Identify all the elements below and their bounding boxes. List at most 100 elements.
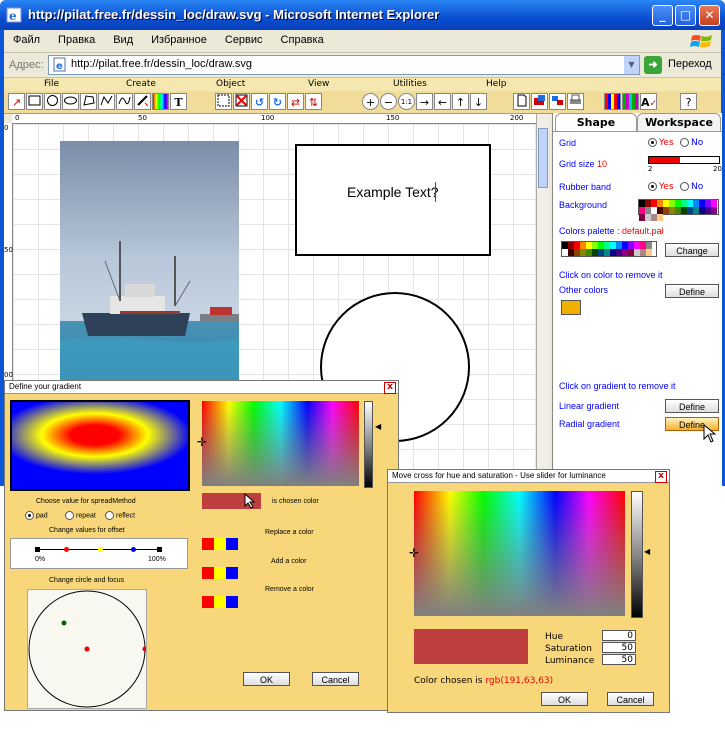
tab-workspace[interactable]: Workspace bbox=[637, 113, 721, 132]
offset-stop[interactable] bbox=[157, 547, 162, 552]
help-button[interactable]: ? bbox=[680, 93, 697, 110]
address-input[interactable]: e http://pilat.free.fr/dessin_loc/draw.s… bbox=[48, 55, 640, 75]
menu-favorites[interactable]: Избранное bbox=[142, 30, 216, 46]
print-icon[interactable] bbox=[567, 93, 584, 110]
zoom-in-icon[interactable]: + bbox=[362, 93, 379, 110]
other-color-swatch[interactable] bbox=[561, 300, 581, 315]
define-colors-button[interactable]: Define bbox=[665, 284, 719, 298]
gradient-ok-button[interactable]: OK bbox=[243, 672, 290, 686]
rect-tool-icon[interactable] bbox=[26, 93, 43, 110]
menu-view[interactable]: Вид bbox=[104, 30, 142, 46]
spread-repeat-radio[interactable]: repeat bbox=[65, 511, 96, 520]
menu-edit[interactable]: Правка bbox=[49, 30, 104, 46]
palette-swatch[interactable] bbox=[657, 214, 663, 221]
remove-color-swatches[interactable] bbox=[202, 596, 238, 608]
curve-tool-icon[interactable] bbox=[116, 93, 133, 110]
crosshair-icon[interactable]: ✛ bbox=[197, 435, 207, 449]
menu-help[interactable]: Справка bbox=[272, 30, 333, 46]
palette-swatch[interactable] bbox=[711, 207, 717, 214]
new-file-icon[interactable] bbox=[513, 93, 530, 110]
line-tool-icon[interactable] bbox=[134, 93, 151, 110]
hue-cancel-button[interactable]: Cancel bbox=[607, 692, 654, 706]
gradient-cancel-button[interactable]: Cancel bbox=[312, 672, 359, 686]
menu-tools[interactable]: Сервис bbox=[216, 30, 272, 46]
rotate-left-icon[interactable]: ↺ bbox=[251, 93, 268, 110]
flip-horizontal-icon[interactable]: ⇄ bbox=[287, 93, 304, 110]
hue-dialog-close-button[interactable]: x bbox=[655, 471, 667, 483]
ship-photo[interactable] bbox=[60, 141, 239, 381]
rubber-yes-radio[interactable]: Yes bbox=[648, 182, 674, 192]
scroll-thumb[interactable] bbox=[538, 128, 548, 188]
luminance-slider[interactable] bbox=[631, 491, 643, 618]
focus-handle[interactable] bbox=[61, 620, 67, 626]
replace-color-swatches[interactable] bbox=[202, 538, 238, 550]
pan-right-icon[interactable]: → bbox=[416, 93, 433, 110]
flip-vertical-icon[interactable]: ⇅ bbox=[305, 93, 322, 110]
offset-stop-yellow[interactable] bbox=[98, 547, 103, 552]
rubber-no-radio[interactable]: No bbox=[680, 182, 703, 192]
font-icon[interactable]: A✓ bbox=[640, 93, 657, 110]
example-text[interactable]: Example Text? bbox=[347, 184, 439, 200]
spread-reflect-radio[interactable]: reflect bbox=[105, 511, 135, 520]
hue-saturation-picker[interactable] bbox=[202, 401, 359, 486]
hue-input[interactable]: 0 bbox=[602, 630, 636, 641]
luminance-pointer-icon[interactable]: ◀ bbox=[375, 422, 381, 431]
palette-tool-icon[interactable] bbox=[152, 93, 169, 110]
delete-object-icon[interactable] bbox=[233, 93, 250, 110]
saturation-input[interactable]: 50 bbox=[602, 642, 636, 653]
luminance-pointer-icon[interactable]: ◀ bbox=[644, 547, 650, 556]
arrow-tool-icon[interactable]: ↗ bbox=[8, 93, 25, 110]
select-object-icon[interactable] bbox=[215, 93, 232, 110]
tab-shape[interactable]: Shape bbox=[555, 113, 637, 132]
color-palette-icon[interactable] bbox=[622, 93, 639, 110]
text-tool-icon[interactable]: T bbox=[170, 93, 187, 110]
define-linear-gradient-button[interactable]: Define bbox=[665, 399, 719, 413]
gradient-dialog-close-button[interactable]: x bbox=[384, 382, 396, 394]
go-button[interactable]: ➜ Переход bbox=[644, 55, 720, 75]
circle-tool-icon[interactable] bbox=[44, 93, 61, 110]
offset-stop-blue[interactable] bbox=[131, 547, 136, 552]
polygon-tool-icon[interactable] bbox=[80, 93, 97, 110]
pan-up-icon[interactable]: ↑ bbox=[452, 93, 469, 110]
zoom-reset-icon[interactable]: 1:1 bbox=[398, 93, 415, 110]
palette-swatch[interactable] bbox=[711, 200, 717, 207]
palette-swatch[interactable] bbox=[646, 242, 652, 249]
grid-size-slider[interactable] bbox=[648, 156, 720, 164]
crosshair-icon[interactable]: ✛ bbox=[409, 546, 419, 560]
minimize-button[interactable]: _ bbox=[652, 5, 673, 26]
example-text-rect[interactable]: Example Text? bbox=[295, 144, 491, 256]
hue-saturation-picker[interactable] bbox=[414, 491, 625, 616]
address-dropdown-icon[interactable]: ▼ bbox=[624, 56, 639, 74]
menu-file[interactable]: Файл bbox=[4, 30, 49, 46]
title-bar[interactable]: e http://pilat.free.fr/dessin_loc/draw.s… bbox=[0, 0, 725, 30]
palette-swatch[interactable] bbox=[646, 249, 652, 256]
luminance-input[interactable]: 50 bbox=[602, 654, 636, 665]
change-palette-button[interactable]: Change bbox=[665, 243, 719, 257]
add-color-swatches[interactable] bbox=[202, 567, 238, 579]
save-file-icon[interactable] bbox=[549, 93, 566, 110]
offset-editor[interactable]: 0% 100% bbox=[10, 538, 188, 569]
offset-stop[interactable] bbox=[35, 547, 40, 552]
grid-no-radio[interactable]: No bbox=[680, 138, 703, 148]
colors-palette[interactable] bbox=[561, 241, 657, 257]
zoom-out-icon[interactable]: − bbox=[380, 93, 397, 110]
grid-yes-radio[interactable]: Yes bbox=[648, 138, 674, 148]
pan-left-icon[interactable]: ← bbox=[434, 93, 451, 110]
polyline-tool-icon[interactable] bbox=[98, 93, 115, 110]
open-file-icon[interactable] bbox=[531, 93, 548, 110]
maximize-button[interactable]: □ bbox=[675, 5, 696, 26]
close-button[interactable]: ✕ bbox=[699, 5, 720, 26]
color-grid-icon[interactable] bbox=[604, 93, 621, 110]
radius-handle[interactable] bbox=[142, 646, 148, 652]
rotate-right-icon[interactable]: ↻ bbox=[269, 93, 286, 110]
ellipse-tool-icon[interactable] bbox=[62, 93, 79, 110]
vertical-scrollbar[interactable] bbox=[536, 114, 549, 486]
circle-focus-editor[interactable] bbox=[27, 589, 148, 709]
spread-pad-radio[interactable]: pad bbox=[25, 511, 48, 520]
luminance-slider[interactable] bbox=[364, 401, 373, 488]
pan-down-icon[interactable]: ↓ bbox=[470, 93, 487, 110]
background-palette[interactable] bbox=[638, 199, 719, 221]
center-handle[interactable] bbox=[84, 646, 90, 652]
offset-stop-red[interactable] bbox=[64, 547, 69, 552]
hue-ok-button[interactable]: OK bbox=[541, 692, 588, 706]
